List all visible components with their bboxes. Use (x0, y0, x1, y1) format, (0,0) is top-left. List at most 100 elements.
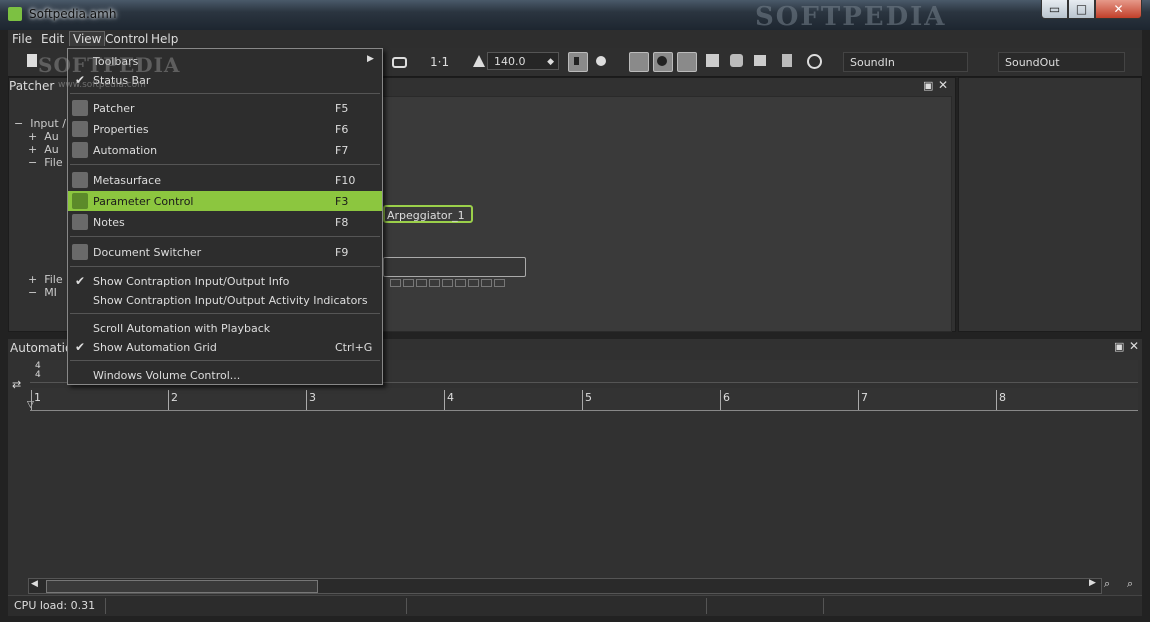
menu-item-show-automation-grid[interactable]: ✔ Show Automation Grid Ctrl+G (68, 337, 382, 357)
time-signature-denominator: 4 (35, 370, 41, 380)
bar-line (168, 390, 169, 410)
properties-toggle-icon[interactable] (653, 52, 673, 72)
tree-item[interactable]: + Au (14, 130, 66, 143)
menu-item-metasurface[interactable]: Metasurface F10 (68, 170, 382, 190)
window-title: Softpedia.amh (29, 7, 117, 21)
menu-control[interactable]: Control (105, 32, 148, 46)
menu-item-label: Show Contraption Input/Output Info (93, 275, 290, 288)
tempo-spin-icon[interactable]: ◆ (547, 53, 554, 71)
softpedia-overlay-watermark: SOFTPEDIA (38, 53, 181, 77)
menu-bar: File Edit View Control Help (8, 30, 1142, 48)
bar-number: 5 (585, 391, 592, 404)
menu-item-show-io-info[interactable]: ✔ Show Contraption Input/Output Info (68, 271, 382, 291)
menu-separator (70, 266, 380, 267)
scroll-right-icon[interactable]: ▶ (1089, 578, 1096, 588)
cpu-load: CPU load: 0.31 (14, 599, 96, 612)
menu-file[interactable]: File (12, 32, 32, 46)
check-icon: ✔ (75, 274, 86, 288)
automation-close-icon[interactable]: ✕ (1129, 339, 1139, 353)
menu-item-parameter-control[interactable]: Parameter Control F3 (68, 191, 382, 211)
automation-toggle-icon[interactable] (677, 52, 697, 72)
status-divider (823, 598, 824, 614)
patcher-float-icon[interactable]: ▣ (923, 79, 933, 92)
metronome-icon[interactable] (470, 52, 488, 70)
ratio-label[interactable]: 1·1 (430, 55, 449, 69)
menu-help[interactable]: Help (151, 32, 178, 46)
menu-item-shortcut: F6 (335, 123, 349, 136)
properties-icon (72, 121, 88, 137)
tree-item[interactable]: − File (14, 156, 66, 169)
menu-item-document-switcher[interactable]: Document Switcher F9 (68, 242, 382, 262)
bar-number: 8 (999, 391, 1006, 404)
scroll-left-icon[interactable]: ◀ (31, 579, 38, 589)
loop-icon[interactable] (390, 52, 408, 70)
patcher-toggle-icon[interactable] (629, 52, 649, 72)
metasurface-toggle-icon[interactable] (704, 52, 722, 70)
bar-line (582, 390, 583, 410)
contraption-node[interactable] (383, 257, 526, 277)
menu-item-label: Show Contraption Input/Output Activity I… (93, 294, 368, 307)
menu-item-label: Windows Volume Control... (93, 369, 241, 382)
document-switcher-toggle-icon[interactable] (779, 52, 797, 70)
bar-number: 6 (723, 391, 730, 404)
menu-item-label: Scroll Automation with Playback (93, 322, 271, 335)
bar-number: 2 (171, 391, 178, 404)
scroll-thumb[interactable] (46, 580, 318, 593)
zoom-in-icon[interactable]: ⌕ (1127, 577, 1133, 591)
parameter-control-toggle-icon[interactable] (728, 52, 746, 70)
menu-view[interactable]: View (69, 31, 106, 46)
menu-item-shortcut: F10 (335, 174, 356, 187)
menu-item-scroll-automation[interactable]: Scroll Automation with Playback (68, 318, 382, 338)
bar-number: 3 (309, 391, 316, 404)
notes-toggle-icon[interactable] (752, 52, 770, 70)
arpeggiator-node[interactable]: Arpeggiator_1 (383, 205, 473, 223)
speaker-icon[interactable] (568, 52, 588, 72)
horizontal-scrollbar[interactable]: ◀ (28, 578, 1102, 594)
menu-item-patcher[interactable]: Patcher F5 (68, 98, 382, 118)
menu-separator (70, 236, 380, 237)
automation-float-icon[interactable]: ▣ (1114, 340, 1124, 353)
close-button[interactable]: ✕ (1095, 0, 1142, 19)
record-icon[interactable] (592, 52, 610, 70)
tempo-field[interactable]: 140.0 ◆ (487, 52, 559, 70)
tree-item[interactable]: − Input / (14, 117, 66, 130)
help-icon[interactable] (805, 52, 823, 70)
patcher-close-icon[interactable]: ✕ (938, 78, 948, 92)
menu-item-shortcut: Ctrl+G (335, 341, 373, 354)
menu-item-shortcut: F5 (335, 102, 349, 115)
menu-item-properties[interactable]: Properties F6 (68, 119, 382, 139)
bar-number: 7 (861, 391, 868, 404)
menu-separator (70, 313, 380, 314)
sound-out-slot[interactable]: SoundOut (998, 52, 1125, 72)
menu-item-shortcut: F7 (335, 144, 349, 157)
maximize-button[interactable]: □ (1068, 0, 1095, 19)
bar-line (306, 390, 307, 410)
softpedia-overlay-url: www.softpedia.com (58, 80, 146, 90)
menu-item-notes[interactable]: Notes F8 (68, 212, 382, 232)
minimize-button[interactable]: ▭ (1041, 0, 1068, 19)
bar-line (720, 390, 721, 410)
zoom-out-icon[interactable]: ⌕ (1104, 577, 1110, 591)
patcher-icon (72, 100, 88, 116)
menu-item-label: Properties (93, 123, 149, 136)
bar-number: 1 (34, 391, 41, 404)
time-signature: 4 4 (35, 362, 41, 380)
sound-in-slot[interactable]: SoundIn (843, 52, 968, 72)
loop-arrows-icon[interactable]: ⇄ (12, 378, 21, 391)
status-divider (406, 598, 407, 614)
menu-item-shortcut: F8 (335, 216, 349, 229)
tree-item[interactable]: + Au (14, 143, 66, 156)
menu-edit[interactable]: Edit (41, 32, 64, 46)
menu-item-label: Document Switcher (93, 246, 202, 259)
title-bar: Softpedia.amh SOFTPEDIA ▭ □ ✕ (0, 0, 1150, 32)
properties-panel (958, 77, 1142, 332)
menu-item-shortcut: F9 (335, 246, 349, 259)
menu-separator (70, 360, 380, 361)
tree-item[interactable]: + File (14, 273, 66, 286)
menu-item-show-io-activity[interactable]: Show Contraption Input/Output Activity I… (68, 290, 382, 310)
menu-item-shortcut: F3 (335, 195, 349, 208)
tree-item[interactable]: − MI (14, 286, 66, 299)
menu-item-automation[interactable]: Automation F7 (68, 140, 382, 160)
bar-ruler[interactable] (30, 388, 1138, 411)
menu-item-windows-volume[interactable]: Windows Volume Control... (68, 365, 382, 385)
